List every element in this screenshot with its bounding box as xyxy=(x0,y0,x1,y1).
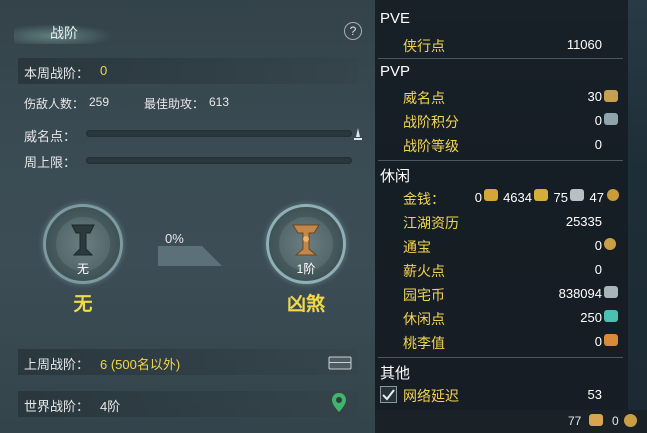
latency-checkbox[interactable] xyxy=(380,386,397,403)
kills-label: 伤敌人数： xyxy=(24,97,85,111)
chest-icon[interactable] xyxy=(328,355,352,371)
last-week-label: 上周战阶： xyxy=(24,357,90,372)
silver-icon xyxy=(570,189,584,201)
cap-label: 周上限： xyxy=(24,155,77,170)
scroll-icon xyxy=(589,414,603,426)
leisure-item-value: 0 xyxy=(594,238,602,253)
help-icon[interactable]: ? xyxy=(344,22,362,40)
gold-ingot-icon xyxy=(484,189,498,201)
section-divider xyxy=(378,357,623,358)
location-pin-icon[interactable] xyxy=(331,392,347,414)
other-section-title: 其他 xyxy=(380,365,411,382)
pve-item-value: 11060 xyxy=(566,37,602,52)
next-rank-medal[interactable]: 1阶 xyxy=(266,204,346,284)
money-value-gold-bars: 0 xyxy=(474,190,482,205)
next-rank-sub: 1阶 xyxy=(296,262,316,276)
prestige-icon xyxy=(604,90,618,102)
rank-emblem-icon xyxy=(292,224,320,256)
rank-panel: 战阶 ? 本周战阶： 0 伤敌人数： 259 最佳助攻： 613 威名点： 周上… xyxy=(0,0,375,433)
pve-item-label: 侠行点 xyxy=(403,38,445,54)
money-value-copper: 47 xyxy=(589,190,604,205)
section-divider xyxy=(378,160,623,161)
rank-emblem-icon xyxy=(71,224,95,256)
kills-value: 259 xyxy=(89,95,110,109)
bottom-count-b: 0 xyxy=(612,414,619,428)
last-week-value: 6 (500名以外) xyxy=(100,357,181,372)
leisure-item-value: 250 xyxy=(580,310,602,325)
rank-points-icon xyxy=(604,113,618,125)
leisure-item-value: 0 xyxy=(594,262,602,277)
prestige-label: 威名点： xyxy=(24,129,77,144)
world-rank-row: 世界战阶： 4阶 xyxy=(18,391,358,417)
leisure-item-label: 薪火点 xyxy=(403,263,445,279)
copper-coin-icon xyxy=(607,189,619,201)
assist-label: 最佳助攻： xyxy=(144,97,205,111)
bottom-count-a: 77 xyxy=(568,414,582,428)
cap-bar xyxy=(86,157,352,164)
world-rank-value: 4阶 xyxy=(100,399,121,414)
money-label: 金钱： xyxy=(403,191,445,207)
leisure-item-label: 休闲点 xyxy=(403,311,445,327)
pvp-item-value: 0 xyxy=(594,137,602,152)
leisure-item-label: 江湖资历 xyxy=(403,215,459,231)
check-icon xyxy=(382,389,395,401)
leisure-item-label: 桃李值 xyxy=(403,335,445,351)
prestige-bar xyxy=(86,130,352,137)
current-rank-sub: 无 xyxy=(76,262,89,276)
pvp-item-label: 战阶等级 xyxy=(403,138,459,154)
pvp-item-label: 战阶积分 xyxy=(403,114,459,130)
panel-title: 战阶 xyxy=(50,25,78,41)
peach-icon xyxy=(604,334,618,346)
current-rank-name: 无 xyxy=(73,294,93,315)
pvp-item-label: 威名点 xyxy=(403,90,445,106)
leisure-item-label: 通宝 xyxy=(403,239,431,255)
gold-icon xyxy=(534,189,548,201)
progress-arrow-icon xyxy=(158,246,222,266)
week-rank-value: 0 xyxy=(100,63,108,78)
leisure-section-title: 休闲 xyxy=(380,168,411,185)
pvp-item-value: 0 xyxy=(594,113,602,128)
leisure-item-value: 0 xyxy=(594,334,602,349)
money-value-silver: 75 xyxy=(553,190,568,205)
leisure-item-value: 838094 xyxy=(558,286,602,301)
assist-value: 613 xyxy=(209,95,230,109)
rank-panel-header: 战阶 xyxy=(0,16,375,48)
progress-percent: 0% xyxy=(165,231,184,246)
homestead-coin-icon xyxy=(604,286,618,298)
pvp-item-value: 30 xyxy=(587,89,602,104)
weapon-icon xyxy=(354,128,362,140)
section-divider xyxy=(378,58,623,59)
bottom-status-bar: 77 0 xyxy=(375,410,647,433)
other-item-label: 网络延迟 xyxy=(403,388,459,404)
leisure-point-icon xyxy=(604,310,618,322)
money-value-gold: 4634 xyxy=(503,190,532,205)
world-rank-label: 世界战阶： xyxy=(24,399,90,414)
leisure-item-value: 25335 xyxy=(565,214,602,229)
tongbao-coin-icon xyxy=(604,238,616,250)
last-week-row: 上周战阶： 6 (500名以外) xyxy=(18,349,358,375)
next-rank-name: 凶煞 xyxy=(286,294,325,315)
leisure-item-label: 园宅币 xyxy=(403,287,445,303)
week-rank-label: 本周战阶： xyxy=(24,66,90,81)
pvp-section-title: PVP xyxy=(380,63,411,80)
current-rank-medal[interactable]: 无 xyxy=(43,204,123,284)
pve-section-title: PVE xyxy=(380,10,411,27)
week-rank-row: 本周战阶： 0 xyxy=(18,58,358,84)
other-item-value: 53 xyxy=(587,387,602,402)
coin-icon xyxy=(624,414,637,427)
